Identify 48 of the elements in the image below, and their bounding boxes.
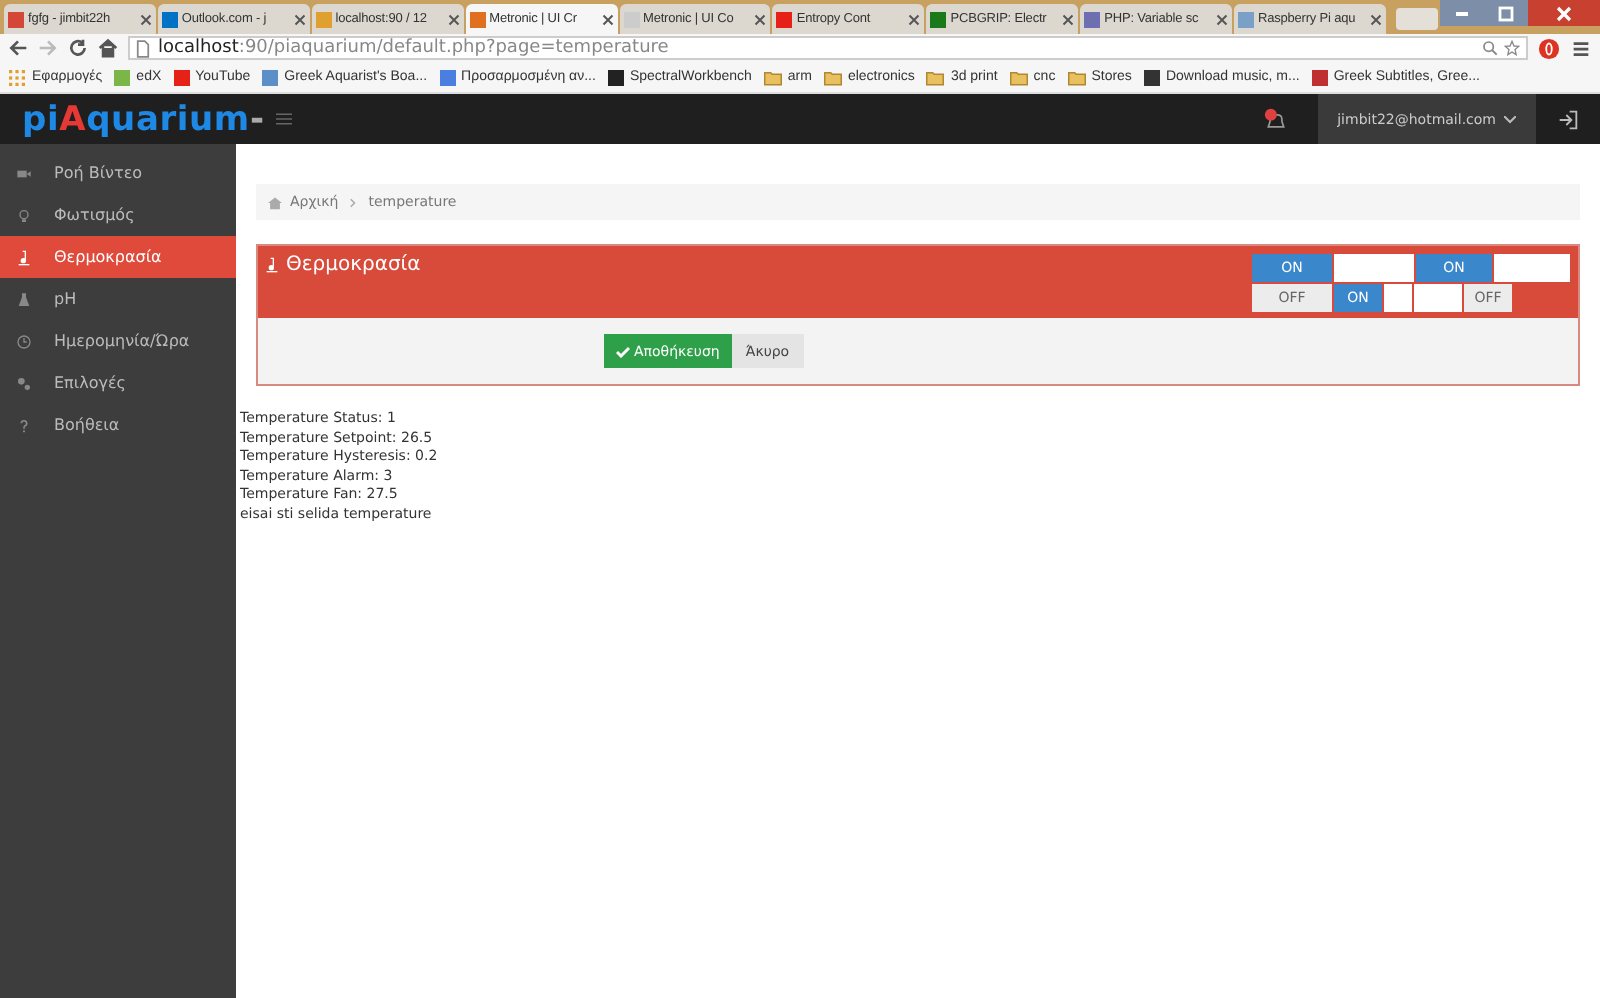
- help-icon: [16, 417, 32, 433]
- close-icon[interactable]: [447, 13, 460, 25]
- sidebar-item[interactable]: Ημερομηνία/Ώρα: [0, 320, 236, 362]
- minimize-icon: [1456, 11, 1468, 15]
- close-icon[interactable]: [754, 13, 767, 25]
- close-icon[interactable]: [293, 13, 306, 25]
- close-icon[interactable]: [1216, 13, 1228, 25]
- chevron-icon: [350, 197, 357, 207]
- clock-icon: [16, 333, 32, 349]
- menu-icon[interactable]: [1570, 37, 1592, 59]
- sidebar-item[interactable]: Ροή Βίντεο: [0, 152, 236, 194]
- notification-bell-icon[interactable]: [1261, 107, 1290, 131]
- sidebar-item[interactable]: Επιλογές: [0, 362, 236, 404]
- home-icon[interactable]: [98, 38, 118, 58]
- close-icon[interactable]: [1062, 13, 1075, 25]
- close-icon[interactable]: [601, 13, 613, 25]
- sidebar-item[interactable]: Βοήθεια: [0, 404, 236, 446]
- maximize-icon: [1496, 3, 1516, 23]
- opera-icon[interactable]: [1538, 37, 1560, 59]
- maximize-button[interactable]: [1484, 0, 1528, 26]
- flask-icon: [16, 291, 32, 307]
- close-icon[interactable]: [908, 13, 921, 25]
- app-logo: piAquarium-: [22, 99, 265, 139]
- sidebar-item[interactable]: Θερμοκρασία: [0, 236, 236, 278]
- home-icon: [268, 195, 282, 209]
- thermo-icon: [16, 249, 32, 265]
- sidebar-item[interactable]: Φωτισμός: [0, 194, 236, 236]
- camera-icon: [16, 165, 32, 181]
- close-icon[interactable]: [1369, 13, 1382, 25]
- star-icon[interactable]: [1504, 40, 1520, 56]
- menu-icon[interactable]: [276, 112, 293, 126]
- panel-title: Θερμοκρασία: [286, 254, 421, 276]
- minimize-button[interactable]: [1440, 0, 1484, 26]
- close-icon: [1554, 3, 1574, 23]
- close-window-button[interactable]: [1528, 0, 1600, 26]
- page-icon: [136, 39, 150, 57]
- address-bar[interactable]: localhost:90/piaquarium/default.php?page=temperature: [128, 36, 1528, 60]
- bulb-icon: [16, 207, 32, 223]
- close-icon[interactable]: [139, 13, 152, 25]
- sidebar-item[interactable]: pH: [0, 278, 236, 320]
- search-icon[interactable]: [1482, 40, 1498, 56]
- back-icon[interactable]: [8, 38, 28, 58]
- caret-icon: [1504, 115, 1516, 123]
- check-icon: [616, 345, 630, 357]
- logout-icon[interactable]: [1558, 109, 1578, 129]
- reload-icon[interactable]: [68, 38, 88, 58]
- gears-icon: [16, 375, 32, 391]
- thermometer-icon: [264, 256, 280, 274]
